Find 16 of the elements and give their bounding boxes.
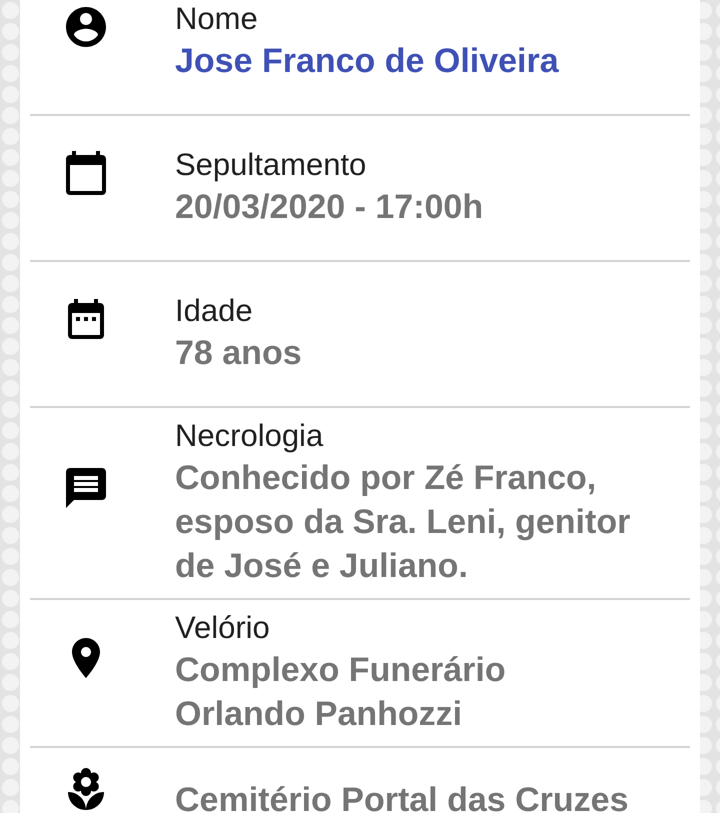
field-value: 78 anos <box>175 333 303 374</box>
chat-bubble-icon <box>66 468 106 508</box>
flower-icon <box>68 768 104 810</box>
field-label: Velório <box>175 610 271 646</box>
field-value: Jose Franco de Oliveira <box>175 41 560 82</box>
calendar-icon <box>66 151 106 195</box>
field-value: Complexo Funerário Orlando Panhozzi <box>175 650 507 735</box>
field-value: Cemitério Portal das Cruzes <box>175 780 630 813</box>
calendar-dots-icon <box>68 299 104 339</box>
field-label: Sepultamento <box>175 147 368 183</box>
field-value: Conhecido por Zé Franco, esposo da Sra. Leni, genitor de José e Juliano. <box>175 458 632 587</box>
field-label: Necrologia <box>175 418 324 454</box>
map-pin-icon <box>72 638 100 678</box>
field-label: Idade <box>175 293 254 329</box>
field-label: Nome <box>175 1 259 37</box>
field-value: 20/03/2020 - 17:00h <box>175 187 484 228</box>
